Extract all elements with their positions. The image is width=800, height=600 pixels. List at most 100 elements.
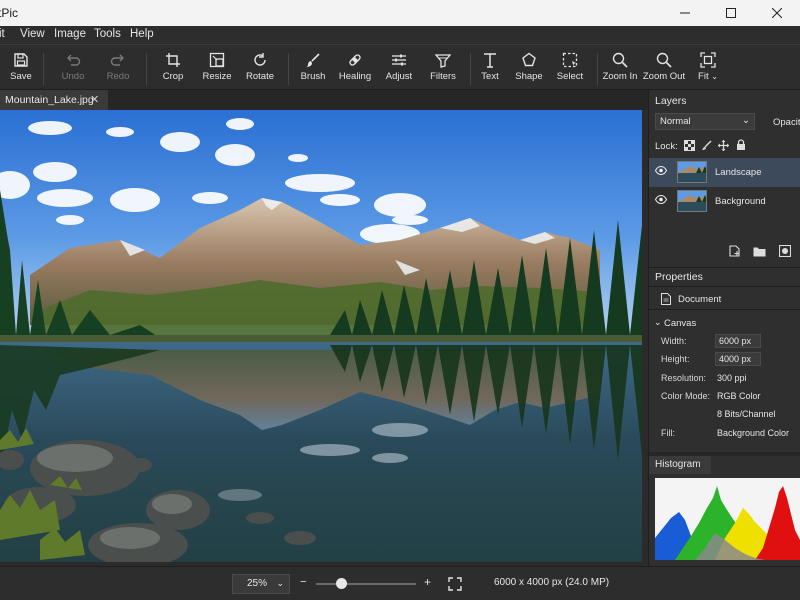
- layer-mask-icon[interactable]: [779, 245, 791, 257]
- lock-position-icon[interactable]: [718, 140, 729, 151]
- toolbar: Save Undo Redo Crop Resize Rotate Brush: [0, 44, 800, 90]
- layers-panel-title: Layers: [655, 95, 687, 107]
- color-mode-value: RGB Color: [717, 391, 761, 401]
- blend-mode-select[interactable]: Normal ⌄: [655, 113, 755, 130]
- height-field[interactable]: 4000 px: [715, 352, 761, 366]
- layer-thumbnail: [677, 190, 707, 212]
- lock-pixels-icon[interactable]: [701, 140, 712, 151]
- status-bar: 25% ⌄ − + 6000 x 4000 px (24.0 MP): [0, 566, 800, 600]
- save-icon: [14, 53, 28, 67]
- zoom-out-button[interactable]: Zoom Out: [639, 49, 689, 89]
- close-tab-icon[interactable]: ✕: [90, 93, 99, 106]
- document-tab-name: Mountain_Lake.jpg: [5, 94, 94, 106]
- resolution-value: 300 ppi: [717, 373, 747, 383]
- eye-icon[interactable]: [655, 195, 667, 204]
- menu-image[interactable]: Image: [54, 28, 86, 40]
- healing-icon: [349, 54, 361, 66]
- height-label: Height:: [661, 354, 690, 364]
- fit-button[interactable]: Fit ⌄: [683, 49, 733, 89]
- histogram-plot: [655, 486, 800, 560]
- fit-icon: [700, 52, 716, 68]
- rotate-button[interactable]: Rotate: [235, 49, 285, 89]
- menu-tools[interactable]: Tools: [94, 28, 121, 40]
- zoom-in-label: Zoom In: [602, 71, 638, 82]
- zoom-out-small-button[interactable]: −: [300, 576, 306, 588]
- select-icon: [562, 52, 578, 68]
- canvas-section-title[interactable]: Canvas: [664, 318, 696, 329]
- zoom-slider-track[interactable]: [316, 583, 416, 585]
- document-tab-bar: Mountain_Lake.jpg ✕: [0, 90, 648, 110]
- right-panel: Layers Normal ⌄ Opacity Lock: Landscape …: [648, 90, 800, 566]
- menu-edit[interactable]: it: [0, 28, 5, 40]
- menu-view[interactable]: View: [20, 28, 45, 40]
- histogram-panel-title: Histogram: [655, 459, 701, 470]
- maximize-icon: [726, 8, 736, 18]
- chevron-down-icon: ⌄: [711, 72, 718, 81]
- document-label: Document: [678, 294, 722, 305]
- chevron-down-icon: ⌄: [276, 578, 284, 588]
- window-title: tPic: [0, 6, 19, 20]
- minimize-icon: [680, 12, 690, 14]
- rotate-label: Rotate: [246, 71, 274, 82]
- minimize-button[interactable]: [662, 0, 708, 26]
- new-layer-icon[interactable]: [729, 245, 741, 257]
- filters-button[interactable]: Filters: [418, 49, 468, 89]
- blend-mode-value: Normal: [660, 116, 691, 127]
- histogram-tab[interactable]: Histogram: [649, 456, 711, 474]
- select-button[interactable]: Select: [545, 49, 595, 89]
- maximize-button[interactable]: [708, 0, 754, 26]
- fit-screen-icon[interactable]: [448, 577, 462, 591]
- close-window-button[interactable]: [754, 0, 800, 26]
- folder-icon[interactable]: [753, 246, 766, 257]
- toolbar-separator: [43, 53, 44, 85]
- lock-all-icon[interactable]: [736, 139, 746, 151]
- layer-row-background[interactable]: Background: [649, 187, 800, 216]
- brush-icon: [306, 53, 320, 67]
- lock-label: Lock:: [655, 141, 678, 152]
- image-canvas[interactable]: [0, 110, 642, 562]
- width-field[interactable]: 6000 px: [715, 334, 761, 348]
- resize-icon: [209, 52, 225, 68]
- filters-label: Filters: [430, 71, 456, 82]
- undo-button[interactable]: Undo: [48, 49, 98, 89]
- select-label: Select: [556, 71, 584, 82]
- chevron-down-icon[interactable]: ⌄: [654, 317, 662, 328]
- zoom-in-small-button[interactable]: +: [424, 575, 431, 589]
- crop-button[interactable]: Crop: [148, 49, 198, 89]
- document-icon: [661, 293, 671, 305]
- resolution-label: Resolution:: [661, 373, 707, 383]
- layer-name: Background: [715, 196, 766, 207]
- lock-transparency-icon[interactable]: [684, 140, 695, 151]
- redo-button[interactable]: Redo: [93, 49, 143, 89]
- zoom-out-icon: [656, 52, 672, 68]
- shape-icon: [522, 52, 536, 67]
- layer-name: Landscape: [715, 167, 762, 178]
- crop-label: Crop: [162, 71, 184, 82]
- fit-label: Fit ⌄: [683, 71, 733, 82]
- zoom-in-button[interactable]: Zoom In: [595, 49, 645, 89]
- eye-icon[interactable]: [655, 166, 667, 175]
- zoom-slider-thumb[interactable]: [335, 578, 347, 589]
- save-button[interactable]: Save: [0, 49, 46, 89]
- layer-row-landscape[interactable]: Landscape: [649, 158, 800, 187]
- undo-label: Undo: [61, 71, 85, 82]
- zoom-in-icon: [612, 52, 628, 68]
- document-tab[interactable]: Mountain_Lake.jpg ✕: [0, 90, 108, 110]
- zoom-out-label: Zoom Out: [642, 71, 686, 82]
- height-value: 4000 px: [719, 354, 752, 364]
- close-icon: [772, 8, 782, 18]
- panel-divider: [649, 286, 800, 287]
- save-label: Save: [10, 71, 32, 82]
- menu-bar: it View Image Tools Help: [0, 26, 800, 44]
- title-bar: tPic: [0, 0, 800, 26]
- healing-button[interactable]: Healing: [330, 49, 380, 89]
- color-mode-label: Color Mode:: [661, 391, 711, 401]
- zoom-select[interactable]: 25% ⌄: [232, 574, 290, 594]
- width-label: Width:: [661, 336, 687, 346]
- menu-help[interactable]: Help: [130, 28, 154, 40]
- redo-icon: [110, 54, 124, 66]
- zoom-value: 25%: [247, 578, 268, 589]
- adjust-button[interactable]: Adjust: [374, 49, 424, 89]
- photo-editor-app: tPic it View Image Tools Help Save Undo: [0, 0, 800, 600]
- image-info: 6000 x 4000 px (24.0 MP): [494, 577, 610, 588]
